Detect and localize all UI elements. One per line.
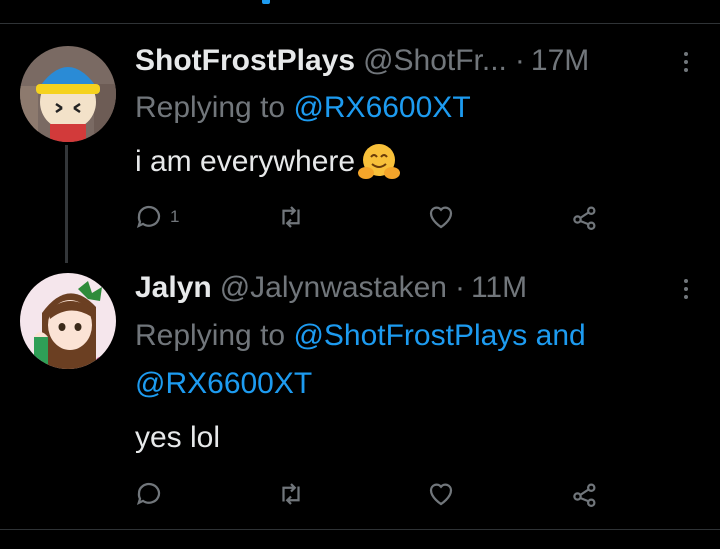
replying-to: Replying to @ShotFrostPlays and	[135, 316, 586, 356]
user-handle[interactable]: @Jalynwastaken	[220, 271, 447, 305]
divider	[0, 23, 720, 24]
divider	[0, 529, 720, 530]
replying-to-continued: @RX6600XT	[135, 364, 312, 404]
avatar[interactable]	[20, 46, 116, 142]
tweet-text-content: yes lol	[135, 421, 221, 454]
more-options-icon[interactable]	[676, 274, 696, 304]
reply-icon	[136, 482, 161, 505]
retweet-icon	[282, 206, 300, 228]
mention-link[interactable]: @ShotFrostPlays	[293, 319, 527, 352]
retweet-button[interactable]	[276, 479, 306, 509]
replying-prefix: Replying to	[135, 319, 294, 352]
replying-to: Replying to @RX6600XT	[135, 88, 471, 128]
heart-icon	[429, 206, 453, 229]
timestamp[interactable]: 17M	[531, 44, 589, 78]
tweet-text: i am everywhere	[135, 142, 401, 182]
share-icon	[573, 206, 596, 230]
reply-button[interactable]: 1	[134, 202, 179, 232]
retweet-icon	[282, 483, 300, 505]
retweet-button[interactable]	[276, 202, 306, 232]
reply-count: 1	[170, 207, 180, 226]
thread-connector-line	[65, 145, 68, 263]
separator-dot: ·	[454, 271, 465, 304]
mention-link[interactable]: @RX6600XT	[135, 367, 312, 400]
hugging-face-icon	[358, 144, 401, 179]
like-button[interactable]	[426, 202, 456, 232]
more-options-icon[interactable]	[676, 47, 696, 77]
separator-dot: ·	[514, 44, 525, 77]
like-button[interactable]	[426, 479, 456, 509]
timestamp[interactable]: 11M	[471, 271, 527, 305]
reply-button[interactable]	[134, 479, 170, 509]
tweet-text: yes lol	[135, 418, 220, 458]
tweet-actions	[134, 479, 614, 509]
replying-prefix: Replying to	[135, 91, 294, 124]
tweet-text-content: i am everywhere	[135, 145, 356, 178]
share-icon	[573, 483, 596, 507]
tweet-actions: 1	[134, 202, 614, 232]
display-name[interactable]: Jalyn	[135, 271, 212, 305]
tweet-header: Jalyn @Jalynwastaken · 11M	[135, 270, 527, 306]
avatar[interactable]	[20, 273, 116, 369]
replying-joiner[interactable]: and	[527, 319, 586, 352]
share-button[interactable]	[570, 479, 600, 509]
share-button[interactable]	[570, 202, 600, 232]
tweet-header: ShotFrostPlays @ShotFr... · 17M	[135, 43, 589, 79]
user-handle[interactable]: @ShotFr...	[363, 44, 507, 78]
display-name[interactable]: ShotFrostPlays	[135, 44, 355, 78]
tab-indicator	[262, 0, 270, 4]
mention-link[interactable]: @RX6600XT	[293, 91, 470, 124]
heart-icon	[429, 483, 453, 506]
reply-icon	[136, 205, 161, 228]
